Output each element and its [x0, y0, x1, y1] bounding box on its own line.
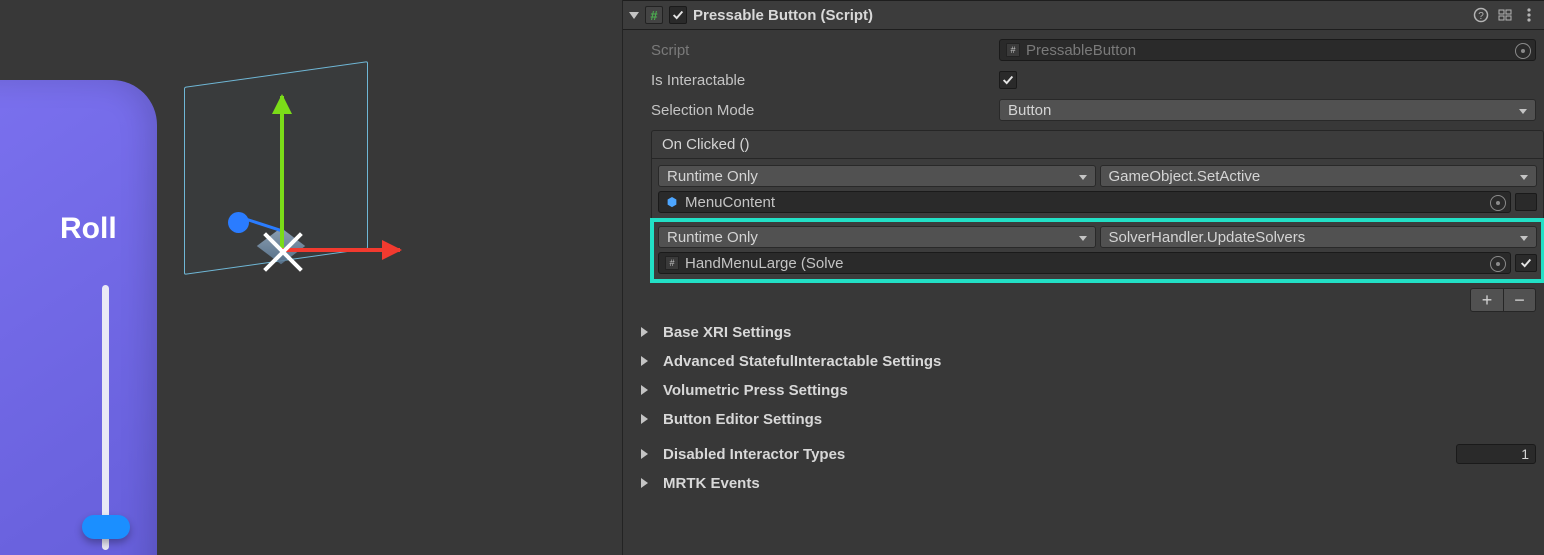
- method-dropdown[interactable]: SolverHandler.UpdateSolvers: [1100, 226, 1538, 248]
- script-object-field: # PressableButton: [999, 39, 1536, 61]
- preset-icon[interactable]: [1496, 6, 1514, 24]
- csharp-file-icon: #: [1006, 43, 1020, 57]
- is-interactable-label: Is Interactable: [651, 72, 991, 89]
- event-entry-0: Runtime Only GameObject.SetActive ⬢ Menu…: [652, 159, 1543, 220]
- foldout-closed-icon: [641, 414, 653, 424]
- button-editor-foldout[interactable]: Button Editor Settings: [641, 409, 1536, 429]
- disabled-types-foldout[interactable]: Disabled Interactor Types 1: [641, 444, 1536, 464]
- transform-gizmo[interactable]: [258, 96, 398, 276]
- selection-mode-label: Selection Mode: [651, 102, 991, 119]
- base-xri-foldout[interactable]: Base XRI Settings: [641, 322, 1536, 342]
- add-event-button[interactable]: +: [1471, 289, 1503, 311]
- foldout-title: Disabled Interactor Types: [663, 446, 1446, 463]
- is-interactable-row: Is Interactable: [651, 68, 1536, 92]
- foldout-toggle-icon[interactable]: [629, 12, 639, 19]
- target-name: HandMenuLarge (Solve: [685, 255, 843, 272]
- script-label: Script: [651, 42, 991, 59]
- foldout-closed-icon: [641, 478, 653, 488]
- foldout-title: Advanced StatefulInteractable Settings: [663, 353, 1536, 370]
- ui-panel-slab: [0, 80, 157, 555]
- method-dropdown[interactable]: GameObject.SetActive: [1100, 165, 1538, 187]
- bool-arg-checkbox[interactable]: [1515, 193, 1537, 211]
- selection-mode-value: Button: [1008, 102, 1051, 119]
- call-state-value: Runtime Only: [667, 229, 758, 246]
- csharp-file-icon: #: [665, 256, 679, 270]
- component-header[interactable]: # Pressable Button (Script) ?: [623, 0, 1544, 30]
- target-object-field[interactable]: ⬢ MenuContent: [658, 191, 1511, 213]
- call-state-value: Runtime Only: [667, 168, 758, 185]
- foldout-title: Button Editor Settings: [663, 411, 1536, 428]
- foldout-title: Volumetric Press Settings: [663, 382, 1536, 399]
- scene-view[interactable]: Roll: [0, 0, 622, 555]
- call-state-dropdown[interactable]: Runtime Only: [658, 165, 1096, 187]
- script-value: PressableButton: [1026, 42, 1136, 59]
- on-clicked-event-block: On Clicked () Runtime Only GameObject.Se…: [651, 130, 1544, 282]
- component-enabled-checkbox[interactable]: [669, 6, 687, 24]
- event-header: On Clicked (): [652, 131, 1543, 159]
- bool-arg-checkbox[interactable]: [1515, 254, 1537, 272]
- event-add-remove: + −: [1470, 288, 1536, 312]
- is-interactable-checkbox[interactable]: [999, 71, 1017, 89]
- roll-label: Roll: [60, 212, 117, 246]
- foldout-closed-icon: [641, 327, 653, 337]
- help-icon[interactable]: ?: [1472, 6, 1490, 24]
- foldout-title: MRTK Events: [663, 475, 1536, 492]
- selection-mode-dropdown[interactable]: Button: [999, 99, 1536, 121]
- csharp-script-icon: #: [645, 6, 663, 24]
- event-entry-1: Runtime Only SolverHandler.UpdateSolvers…: [652, 220, 1543, 281]
- foldout-closed-icon: [641, 356, 653, 366]
- gizmo-y-axis[interactable]: [280, 96, 284, 251]
- gizmo-z-axis-handle[interactable]: [228, 212, 249, 233]
- mrtk-events-foldout[interactable]: MRTK Events: [641, 473, 1536, 493]
- svg-text:?: ?: [1478, 11, 1484, 22]
- context-menu-icon[interactable]: [1520, 6, 1538, 24]
- target-object-field[interactable]: # HandMenuLarge (Solve: [658, 252, 1511, 274]
- slider-knob[interactable]: [82, 515, 130, 539]
- remove-event-button[interactable]: −: [1503, 289, 1535, 311]
- object-picker-icon[interactable]: [1490, 256, 1506, 272]
- foldout-closed-icon: [641, 449, 653, 459]
- object-picker-icon[interactable]: [1490, 195, 1506, 211]
- script-row: Script # PressableButton: [651, 38, 1536, 62]
- inspector-panel: # Pressable Button (Script) ? Script # P…: [622, 0, 1544, 555]
- slider-track: [102, 285, 109, 550]
- volumetric-press-foldout[interactable]: Volumetric Press Settings: [641, 380, 1536, 400]
- object-picker-icon: [1515, 43, 1531, 59]
- call-state-dropdown[interactable]: Runtime Only: [658, 226, 1096, 248]
- selection-mode-row: Selection Mode Button: [651, 98, 1536, 122]
- advanced-settings-foldout[interactable]: Advanced StatefulInteractable Settings: [641, 351, 1536, 371]
- disabled-types-count[interactable]: 1: [1456, 444, 1536, 464]
- method-value: SolverHandler.UpdateSolvers: [1109, 229, 1306, 246]
- gizmo-x-axis[interactable]: [280, 248, 400, 252]
- foldout-closed-icon: [641, 385, 653, 395]
- method-value: GameObject.SetActive: [1109, 168, 1261, 185]
- gameobject-icon: ⬢: [665, 195, 679, 209]
- component-title: Pressable Button (Script): [693, 7, 1466, 24]
- foldout-title: Base XRI Settings: [663, 324, 1536, 341]
- target-name: MenuContent: [685, 194, 775, 211]
